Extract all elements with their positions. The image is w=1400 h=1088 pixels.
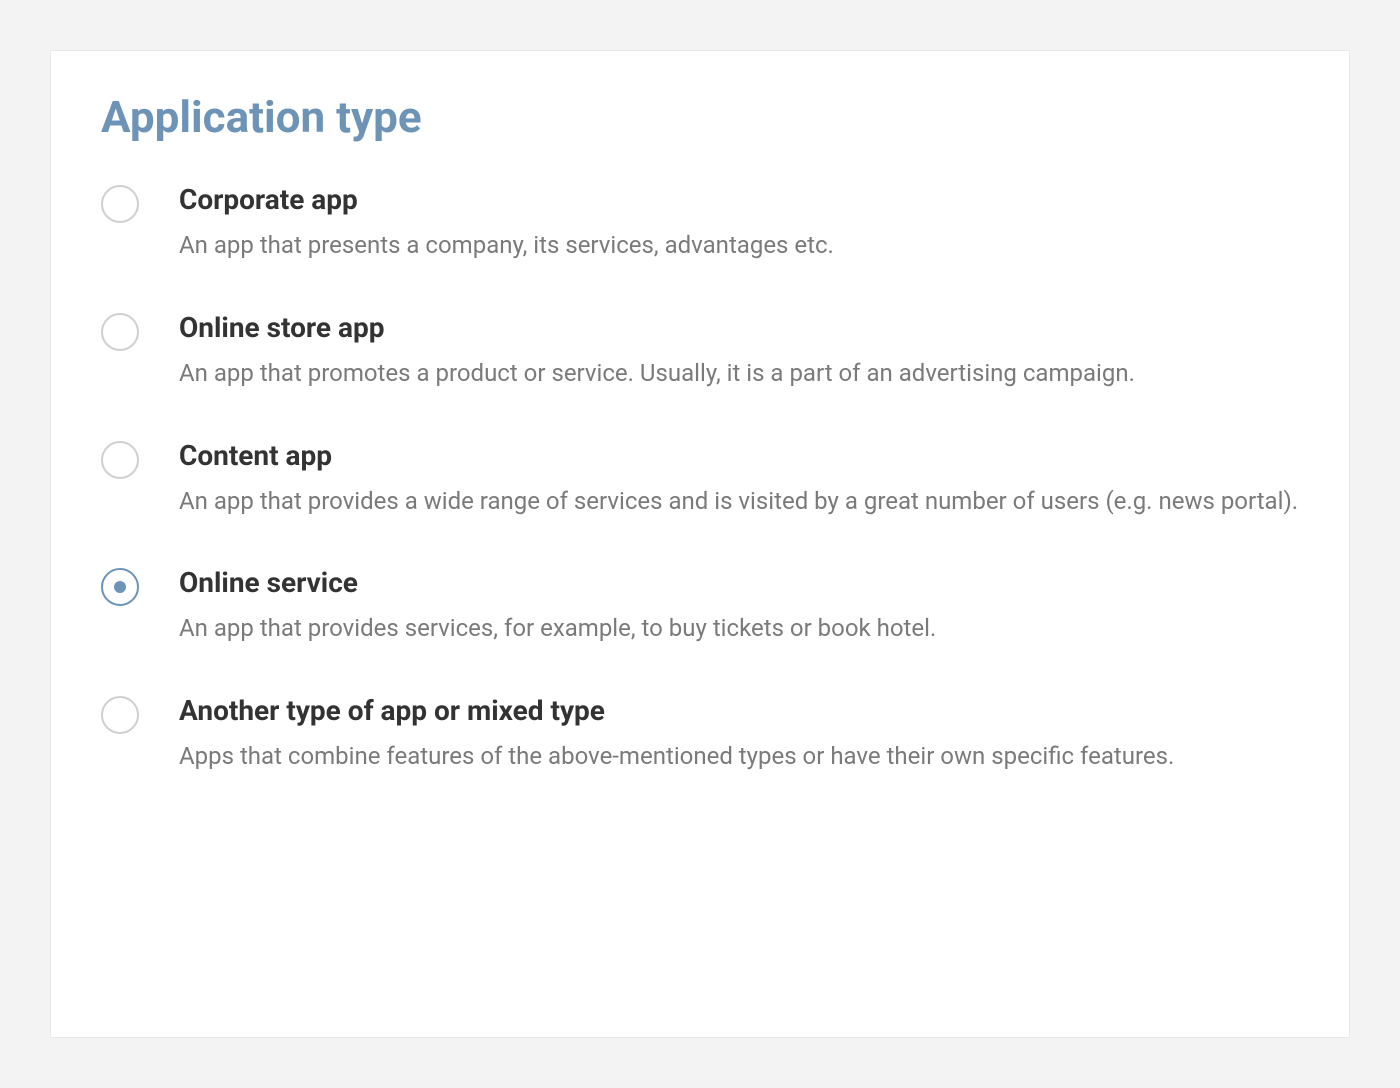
- card-title: Application type: [101, 91, 1299, 143]
- option-another-type[interactable]: Another type of app or mixed type Apps t…: [101, 694, 1299, 774]
- option-title: Corporate app: [179, 183, 1299, 216]
- option-description: Apps that combine features of the above-…: [179, 739, 1299, 774]
- option-content: Online store app An app that promotes a …: [179, 311, 1299, 391]
- radio-icon[interactable]: [101, 696, 139, 734]
- option-description: An app that presents a company, its serv…: [179, 228, 1299, 263]
- option-content: Another type of app or mixed type Apps t…: [179, 694, 1299, 774]
- option-description: An app that promotes a product or servic…: [179, 356, 1299, 391]
- radio-icon[interactable]: [101, 441, 139, 479]
- application-type-card: Application type Corporate app An app th…: [50, 50, 1350, 1038]
- option-online-service[interactable]: Online service An app that provides serv…: [101, 566, 1299, 646]
- option-description: An app that provides a wide range of ser…: [179, 484, 1299, 519]
- option-content: Content app An app that provides a wide …: [179, 439, 1299, 519]
- option-description: An app that provides services, for examp…: [179, 611, 1299, 646]
- radio-icon[interactable]: [101, 185, 139, 223]
- option-title: Online store app: [179, 311, 1299, 344]
- option-content: Online service An app that provides serv…: [179, 566, 1299, 646]
- option-title: Content app: [179, 439, 1299, 472]
- radio-icon[interactable]: [101, 313, 139, 351]
- radio-icon[interactable]: [101, 568, 139, 606]
- option-content-app[interactable]: Content app An app that provides a wide …: [101, 439, 1299, 519]
- option-title: Online service: [179, 566, 1299, 599]
- option-online-store-app[interactable]: Online store app An app that promotes a …: [101, 311, 1299, 391]
- option-corporate-app[interactable]: Corporate app An app that presents a com…: [101, 183, 1299, 263]
- option-content: Corporate app An app that presents a com…: [179, 183, 1299, 263]
- option-title: Another type of app or mixed type: [179, 694, 1299, 727]
